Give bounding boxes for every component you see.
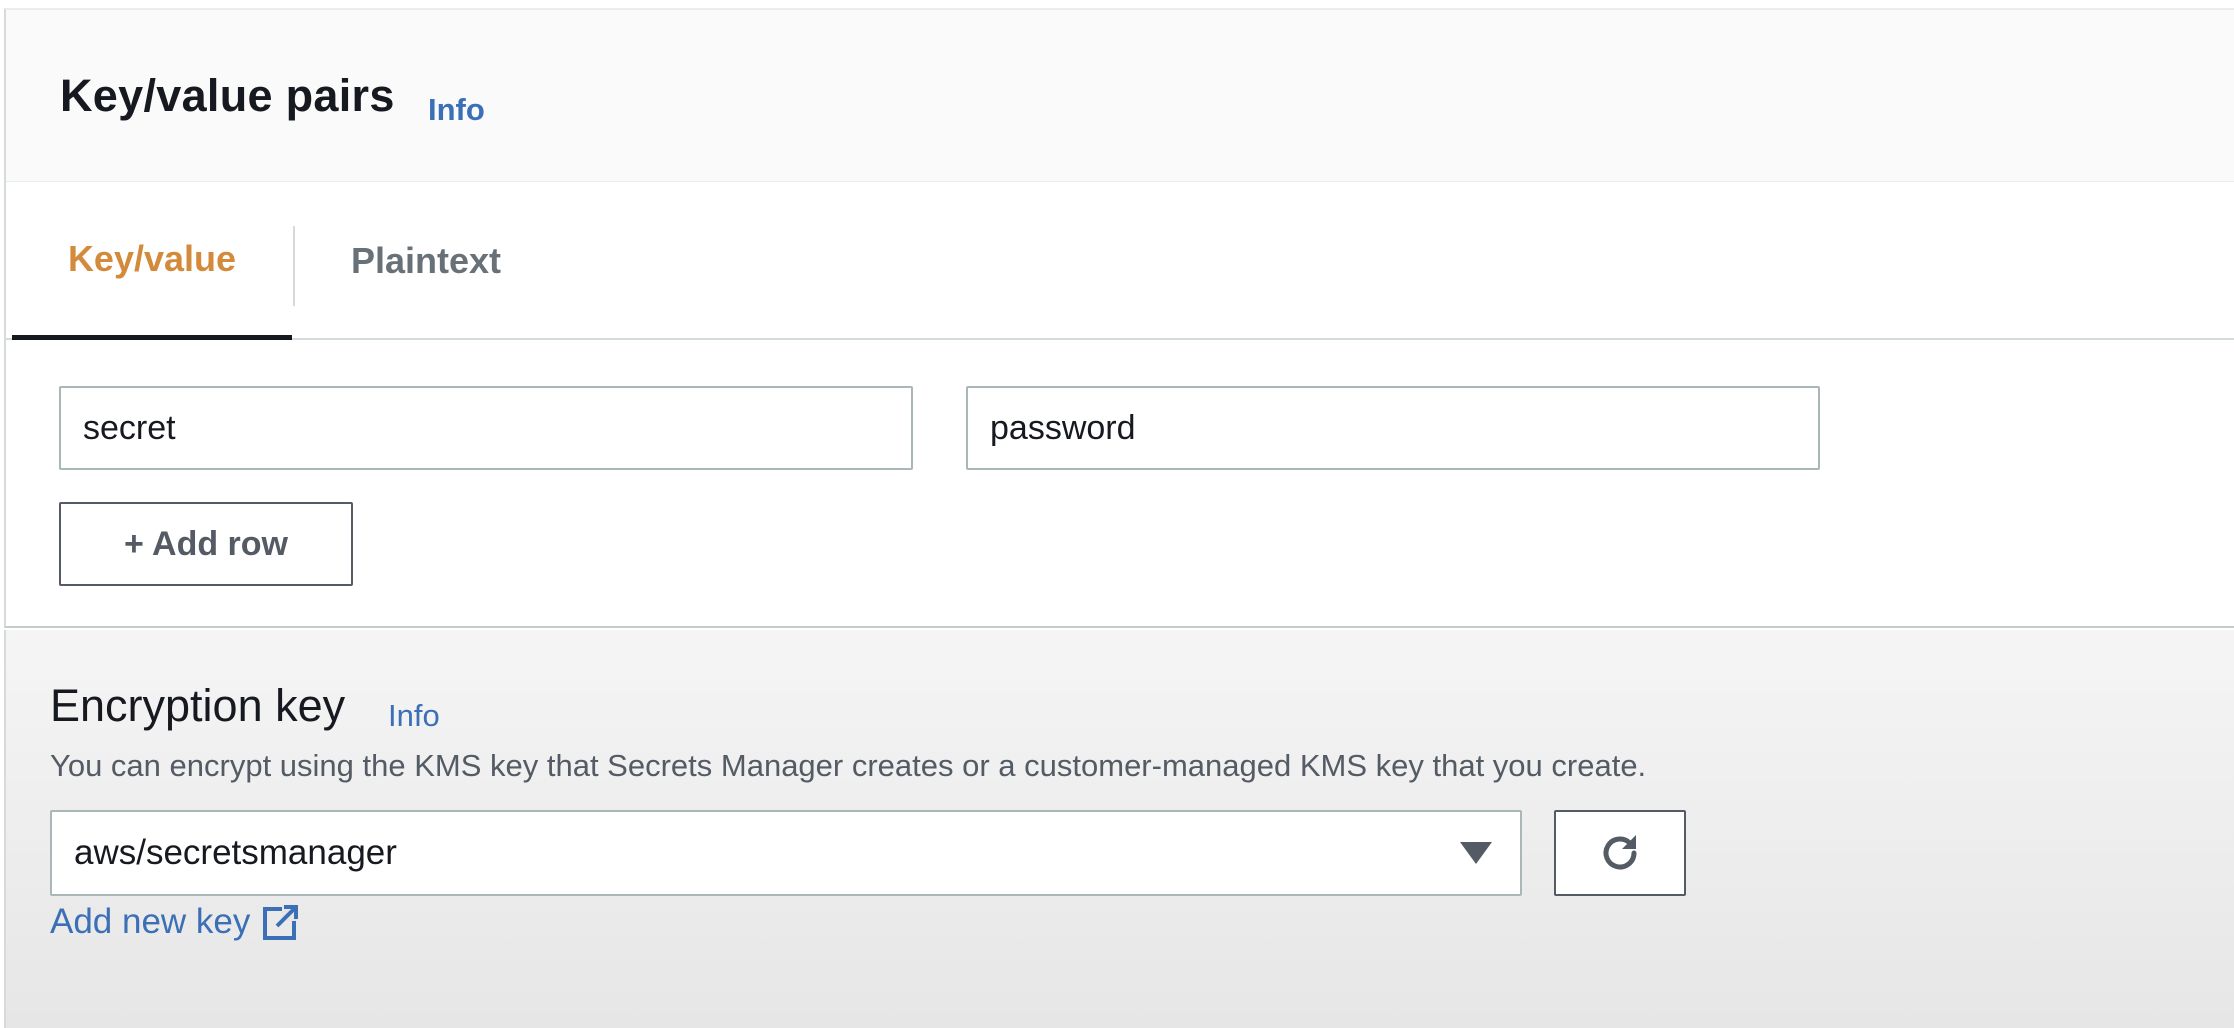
refresh-button[interactable] [1554, 810, 1686, 896]
encryption-description: You can encrypt using the KMS key that S… [50, 748, 1647, 783]
tab-bar: Key/value Plaintext [6, 182, 2234, 340]
kms-key-selected-value: aws/secretsmanager [74, 833, 397, 872]
add-row-button[interactable]: + Add row [59, 502, 353, 586]
key-value-pairs-panel: Key/value pairs Info Key/value Plaintext… [4, 8, 2234, 628]
refresh-icon [1603, 835, 1637, 870]
add-new-key-link[interactable]: Add new key [50, 902, 300, 942]
panel-title: Key/value pairs [60, 70, 395, 121]
info-link[interactable]: Info [428, 92, 485, 128]
encryption-key-panel: Encryption key Info You can encrypt usin… [4, 630, 2234, 1028]
tab-divider [293, 226, 295, 306]
tab-plaintext[interactable]: Plaintext [306, 182, 546, 340]
external-link-icon [263, 905, 299, 940]
encryption-info-link[interactable]: Info [388, 698, 440, 734]
caret-down-icon [1460, 842, 1492, 864]
page: Key/value pairs Info Key/value Plaintext… [0, 0, 2234, 1028]
panel-header: Key/value pairs Info [6, 10, 2234, 182]
tab-key-value[interactable]: Key/value [12, 182, 292, 340]
key-input[interactable] [59, 386, 913, 470]
encryption-title: Encryption key [50, 680, 346, 731]
kms-key-select[interactable]: aws/secretsmanager [50, 810, 1522, 896]
value-input[interactable] [966, 386, 1820, 470]
add-new-key-label: Add new key [50, 902, 251, 941]
